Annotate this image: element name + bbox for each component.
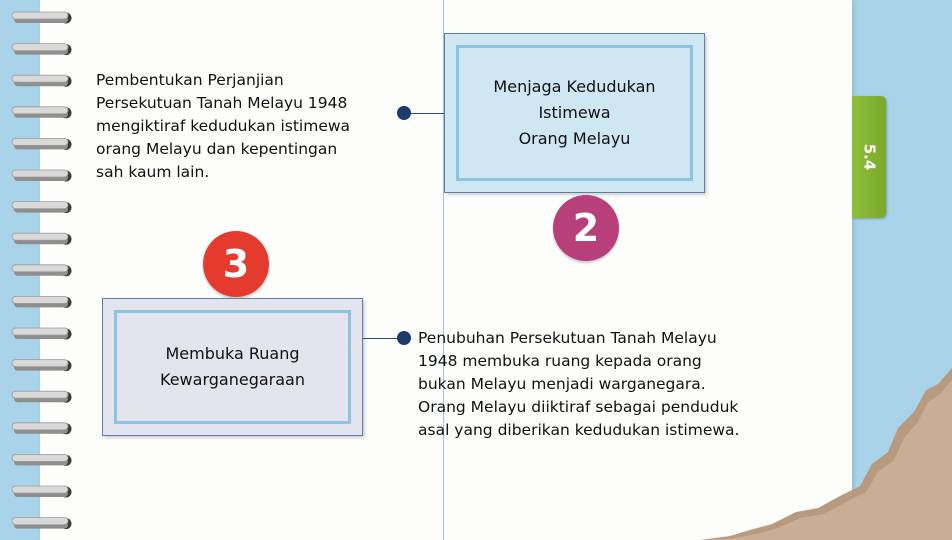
spiral-binding — [11, 11, 72, 530]
point-3-title: Membuka Ruang Kewarganegaraan — [160, 344, 305, 389]
binding-ring — [11, 295, 72, 308]
binding-ring — [11, 359, 72, 372]
binding-ring — [11, 169, 72, 182]
binding-ring — [11, 327, 72, 340]
binding-ring — [11, 74, 72, 87]
point-2-number-badge: 2 — [553, 195, 619, 261]
point-3-number-badge: 3 — [203, 231, 269, 297]
binding-ring — [11, 517, 72, 530]
point-2-dot — [397, 106, 411, 120]
point-3-box: Membuka Ruang Kewarganegaraan — [102, 298, 363, 436]
binding-ring — [11, 485, 72, 498]
binding-ring — [11, 453, 72, 466]
point-2-description: Pembentukan Perjanjian Persekutuan Tanah… — [96, 71, 351, 181]
binding-ring — [11, 137, 72, 150]
chapter-tab[interactable]: 5.4 — [852, 96, 886, 218]
binding-ring — [11, 11, 72, 24]
binding-ring — [11, 201, 72, 214]
binding-ring — [11, 422, 72, 435]
binding-ring — [11, 390, 72, 403]
point-3-description: Penubuhan Persekutuan Tanah Melayu 1948 … — [418, 329, 740, 439]
point-2-box: Menjaga Kedudukan Istimewa Orang Melayu — [444, 33, 705, 193]
binding-ring — [11, 232, 72, 245]
point-3-dot — [397, 331, 411, 345]
chapter-tab-label: 5.4 — [859, 143, 878, 171]
point-2-title: Menjaga Kedudukan Istimewa Orang Melayu — [493, 77, 656, 148]
binding-ring — [11, 106, 72, 119]
binding-ring — [11, 264, 72, 277]
binding-ring — [11, 43, 72, 56]
